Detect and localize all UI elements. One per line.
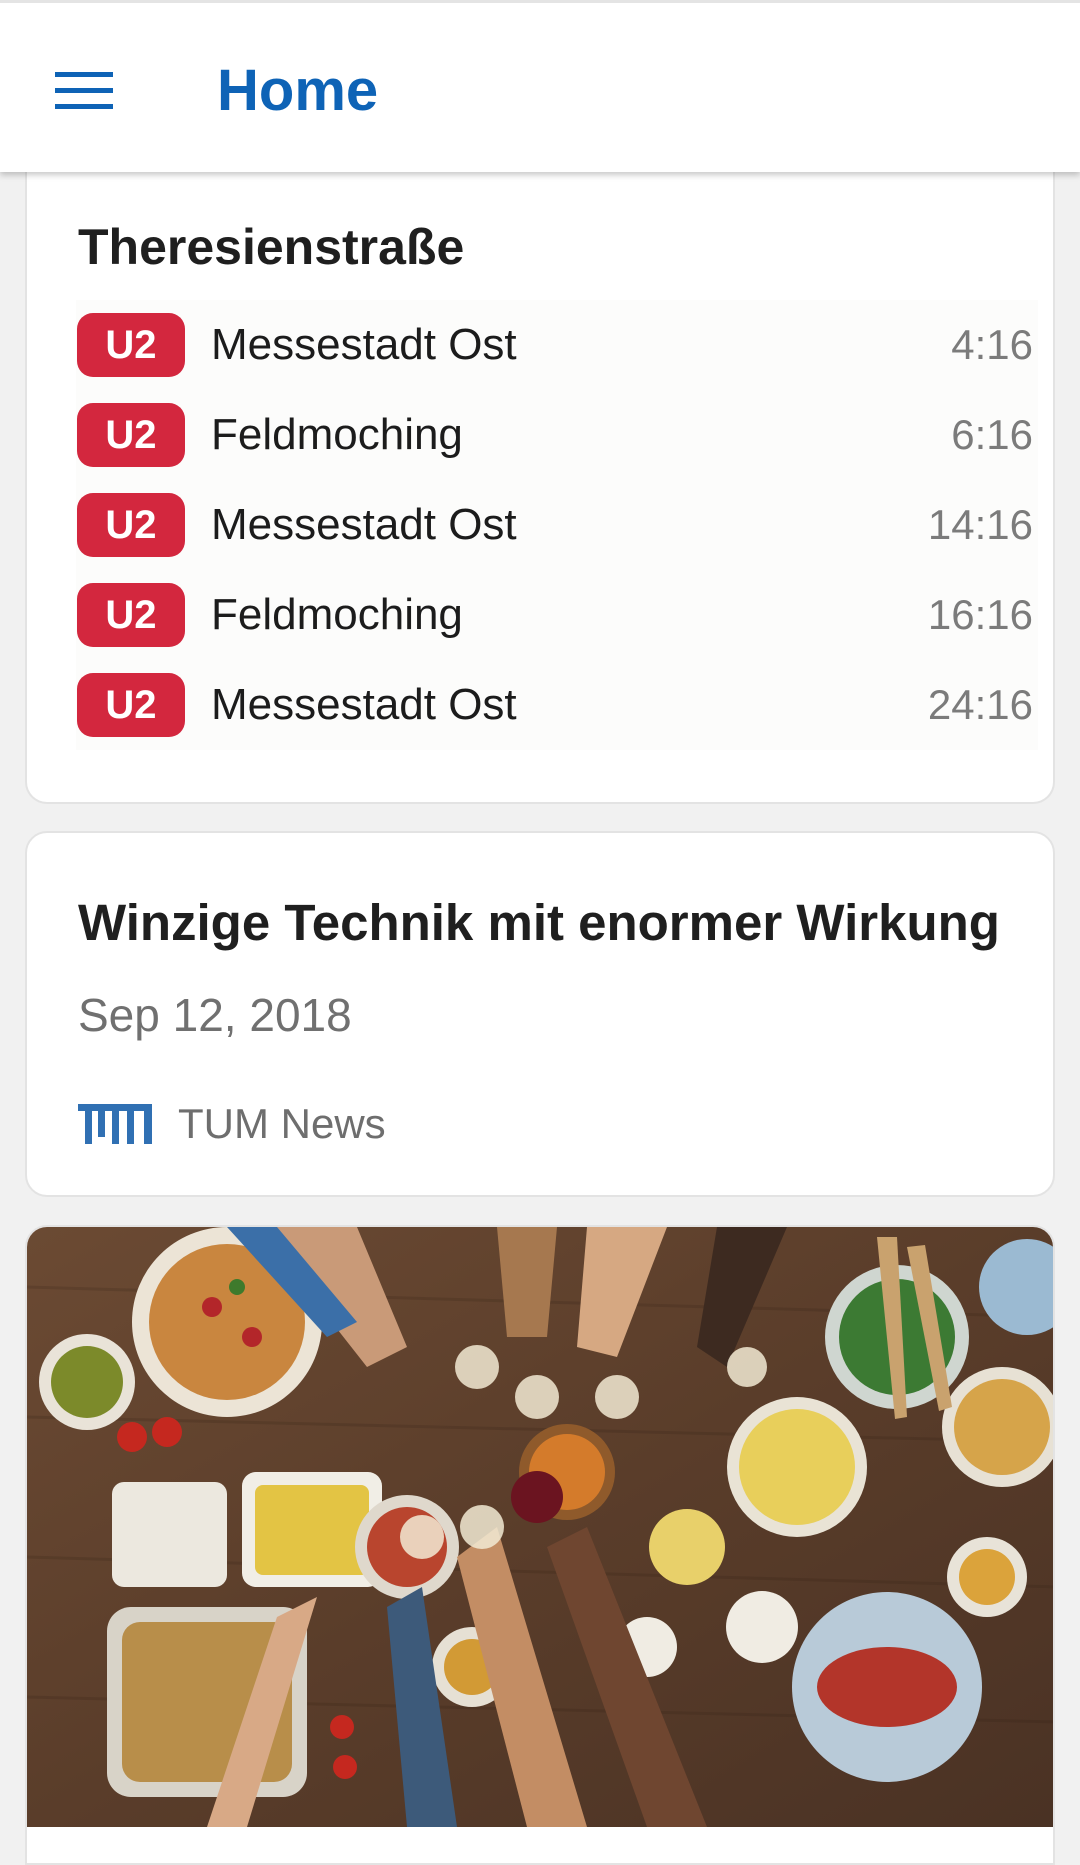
departure-row[interactable]: U2 Feldmoching 16:16 xyxy=(76,570,1038,660)
departure-row[interactable]: U2 Messestadt Ost 14:16 xyxy=(76,480,1038,570)
hamburger-menu-icon xyxy=(55,72,113,109)
news-card[interactable]: Winzige Technik mit enormer Wirkung Sep … xyxy=(25,831,1055,1197)
departure-destination: Messestadt Ost xyxy=(211,680,517,729)
news-date: Sep 12, 2018 xyxy=(78,989,352,1041)
departure-row[interactable]: U2 Messestadt Ost 24:16 xyxy=(76,660,1038,750)
departure-destination: Messestadt Ost xyxy=(211,500,517,549)
source-name: TUM News xyxy=(178,1100,386,1147)
departure-destination: Messestadt Ost xyxy=(211,320,517,369)
app-bar: Home xyxy=(0,0,1080,172)
departure-destination: Feldmoching xyxy=(211,590,463,639)
tum-logo-icon xyxy=(78,1104,152,1144)
departure-time: 14:16 xyxy=(927,501,1033,548)
departure-time: 6:16 xyxy=(951,411,1033,458)
food-table-photo xyxy=(27,1227,1053,1827)
home-feed: Theresienstraße U2 Messestadt Ost 4:16 U… xyxy=(0,0,1080,1865)
news-source: TUM News xyxy=(78,1098,386,1150)
departure-time: 16:16 xyxy=(927,591,1033,638)
departures-list: U2 Messestadt Ost 4:16 U2 Feldmoching 6:… xyxy=(76,300,1038,750)
mvv-departures-card[interactable]: Theresienstraße U2 Messestadt Ost 4:16 U… xyxy=(25,148,1055,804)
line-badge: U2 xyxy=(77,673,185,737)
departure-destination: Feldmoching xyxy=(211,410,463,459)
menu-button[interactable] xyxy=(44,55,124,127)
line-badge: U2 xyxy=(77,313,185,377)
page-title: Home xyxy=(217,58,379,123)
line-badge: U2 xyxy=(77,493,185,557)
departure-row[interactable]: U2 Messestadt Ost 4:16 xyxy=(76,300,1038,390)
station-name: Theresienstraße xyxy=(78,219,465,275)
news-title: Winzige Technik mit enormer Wirkung xyxy=(78,894,1000,951)
departure-time: 24:16 xyxy=(927,681,1033,728)
image-news-card[interactable] xyxy=(25,1225,1055,1865)
departure-time: 4:16 xyxy=(951,321,1033,368)
line-badge: U2 xyxy=(77,583,185,647)
line-badge: U2 xyxy=(77,403,185,467)
departure-row[interactable]: U2 Feldmoching 6:16 xyxy=(76,390,1038,480)
